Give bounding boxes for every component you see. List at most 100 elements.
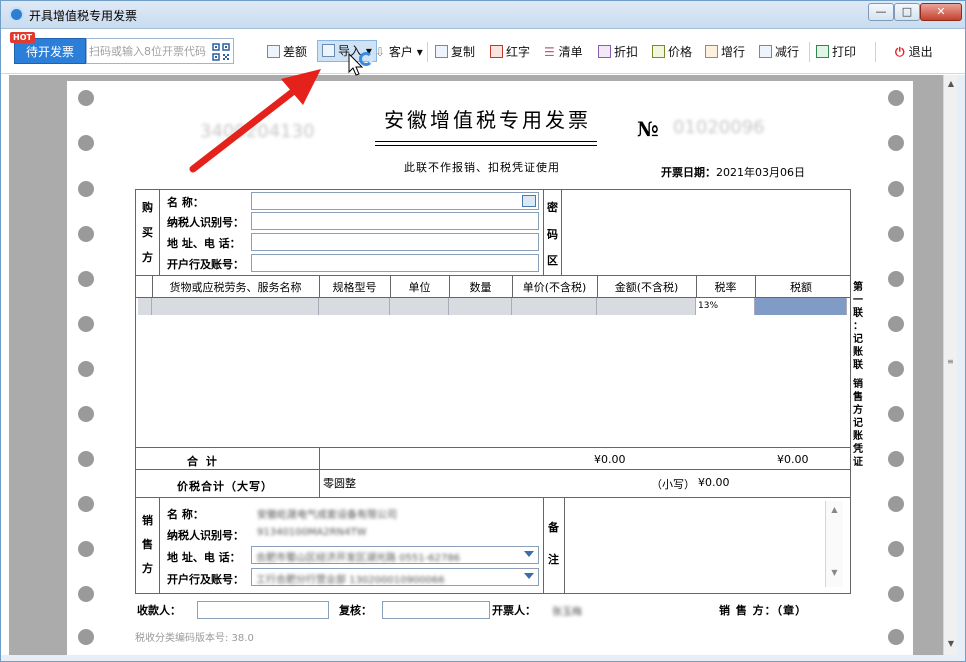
buyer-taxid-label: 纳税人识别号： (167, 216, 244, 229)
list-button[interactable]: ☰ 清单 (544, 42, 583, 62)
price-button[interactable]: 价格 (652, 42, 692, 62)
delete-row-button[interactable]: 减行 (759, 42, 799, 62)
hole (78, 90, 94, 106)
invoice-subtitle: 此联不作报销、扣税凭证使用 (404, 161, 560, 174)
window-frame-bottom (1, 655, 965, 661)
cell-tax[interactable] (755, 298, 847, 315)
scroll-down-arrow-icon[interactable]: ▼ (826, 568, 843, 577)
scroll-grip-icon[interactable]: ≡ (947, 357, 955, 367)
cell-price[interactable] (512, 298, 597, 315)
divider (135, 497, 851, 498)
toolbar-separator (875, 42, 876, 62)
hot-badge: HOT (10, 32, 35, 43)
copy-button[interactable]: 复制 (435, 42, 475, 62)
seller-side-label-1: 销 (142, 514, 153, 527)
buyer-address-field[interactable] (251, 233, 539, 251)
toolbar-separator (427, 42, 428, 62)
scan-code-input[interactable] (89, 43, 209, 59)
title-underline (375, 141, 597, 142)
buyer-name-field[interactable] (251, 192, 539, 210)
buyer-bank-field[interactable] (251, 254, 539, 272)
buyer-side-label-1: 购 (142, 201, 153, 214)
client-button[interactable]: ⇩ 客户 ▾ (375, 42, 423, 62)
print-button[interactable]: 打印 (816, 42, 856, 62)
cell-unit[interactable] (390, 298, 449, 315)
seller-taxid-value: 91340100MA2RN4TW (257, 527, 367, 538)
divider (135, 447, 851, 448)
chevron-down-icon[interactable] (524, 573, 534, 579)
hole (888, 451, 904, 467)
payee-field[interactable] (197, 601, 329, 619)
exit-button[interactable]: ⏻ 退出 (895, 42, 933, 62)
price-tax-small-label: （小写） (651, 478, 695, 491)
hole (888, 226, 904, 242)
seller-address-select[interactable]: 合肥市蜀山区经济开发区湖光路 0551-62786 (251, 546, 539, 564)
title-underline (375, 145, 597, 146)
price-tax-lower: ¥0.00 (698, 476, 730, 489)
seller-address-label: 地 址、电 话： (167, 551, 241, 564)
discount-button[interactable]: 折扣 (598, 42, 638, 62)
scan-code-box (86, 38, 234, 64)
invoice-number: 01020096 (673, 117, 765, 138)
discount-icon (598, 45, 611, 58)
invoice-code: 3400204130 (200, 121, 315, 142)
buyer-address-label: 地 址、电 话： (167, 237, 241, 250)
toolbar-separator (809, 42, 810, 62)
seller-side-label-2: 售 (142, 538, 153, 551)
seller-bank-value: 工行合肥分行营业部 130200010900066 (256, 575, 445, 586)
hole (78, 406, 94, 422)
seller-address-value: 合肥市蜀山区经济开发区湖光路 0551-62786 (256, 553, 461, 564)
cipher-label-1: 密 (547, 201, 558, 214)
reviewer-field[interactable] (382, 601, 490, 619)
cell-qty[interactable] (449, 298, 512, 315)
copy-icon (435, 45, 448, 58)
close-button[interactable]: ✕ (920, 3, 962, 21)
red-letter-button[interactable]: 红字 (490, 42, 530, 62)
cell-amount[interactable] (597, 298, 696, 315)
hole (78, 316, 94, 332)
col-header-rate: 税率 (714, 281, 737, 294)
hole (888, 316, 904, 332)
scroll-up-icon[interactable]: ▲ (946, 79, 956, 89)
cell-spec[interactable] (319, 298, 390, 315)
divider (564, 497, 565, 594)
hole (78, 271, 94, 287)
divider (135, 275, 851, 276)
scroll-up-arrow-icon[interactable]: ▲ (826, 505, 843, 514)
buyer-taxid-field[interactable] (251, 212, 539, 230)
cell-goods[interactable] (152, 298, 319, 315)
col-header-amount: 金额(不含税) (614, 281, 679, 294)
printer-icon (816, 45, 829, 58)
row-selector[interactable] (138, 298, 152, 315)
divider (159, 189, 160, 275)
list-icon: ☰ (544, 45, 559, 59)
diff-button[interactable]: 差额 (267, 42, 307, 62)
hole (78, 496, 94, 512)
col-header-price: 单价(不含税) (522, 281, 587, 294)
window-frame-right (957, 75, 965, 655)
vertical-scrollbar[interactable]: ▲ ≡ ▼ (943, 75, 957, 655)
divider (561, 189, 562, 275)
minimize-button[interactable]: — (868, 3, 894, 21)
buyer-side-label-2: 买 (142, 226, 153, 239)
scroll-down-icon[interactable]: ▼ (946, 639, 956, 649)
diff-icon (267, 45, 280, 58)
qr-code-icon[interactable] (212, 43, 230, 61)
hole (888, 181, 904, 197)
hole (888, 629, 904, 645)
seller-side-label-3: 方 (142, 562, 153, 575)
maximize-button[interactable]: □ (894, 3, 920, 21)
hole (888, 90, 904, 106)
number-symbol: № (637, 117, 659, 141)
seller-bank-select[interactable]: 工行合肥分行营业部 130200010900066 (251, 568, 539, 586)
cell-rate[interactable]: 13% (696, 298, 755, 315)
add-row-button[interactable]: 增行 (705, 42, 745, 62)
hole (78, 361, 94, 377)
buyer-bank-label: 开户行及账号： (167, 258, 244, 271)
hole (78, 451, 94, 467)
remark-scrollbar[interactable]: ▲ ▼ (825, 501, 843, 587)
hole (78, 586, 94, 602)
loading-spinner-icon (359, 52, 373, 66)
buyer-picker-icon[interactable] (522, 195, 536, 207)
chevron-down-icon[interactable] (524, 551, 534, 557)
